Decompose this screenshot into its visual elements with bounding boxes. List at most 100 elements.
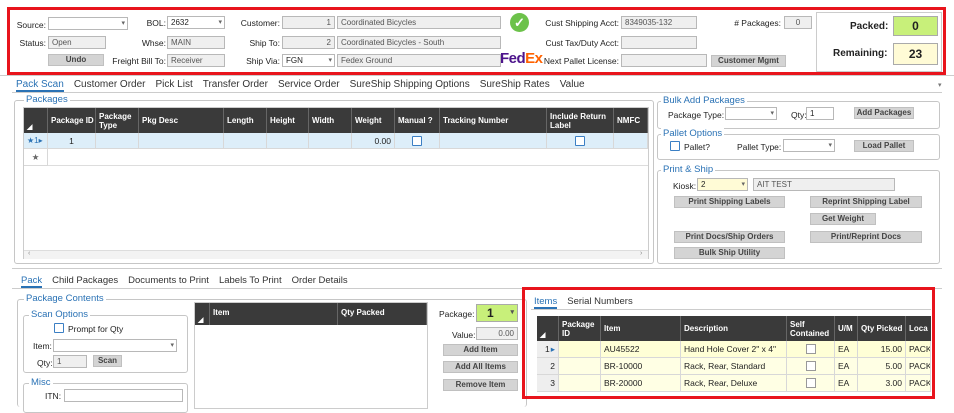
- tab-value[interactable]: Value: [560, 79, 585, 90]
- item-dropdown[interactable]: ▾: [53, 339, 177, 352]
- tab-pack-scan[interactable]: Pack Scan: [16, 79, 64, 92]
- value-label: Value:: [452, 330, 476, 340]
- tab-sureship-shipping-options[interactable]: SureShip Shipping Options: [350, 79, 470, 90]
- sort-corner-icon: ◢: [27, 124, 33, 131]
- scan-button[interactable]: Scan: [93, 355, 122, 367]
- packages-horizontal-scrollbar[interactable]: [24, 250, 648, 259]
- remove-item-button[interactable]: Remove Item: [443, 379, 518, 391]
- cell-package-type[interactable]: [96, 133, 139, 149]
- scroll-left-icon[interactable]: ‹: [28, 250, 30, 257]
- pallet-type-dropdown[interactable]: ▾: [783, 139, 835, 152]
- qty-input[interactable]: 1: [53, 355, 87, 368]
- pallet-checkbox[interactable]: [670, 141, 680, 153]
- cell-tracking-number[interactable]: [440, 133, 547, 149]
- tab-divider: [12, 92, 942, 93]
- col-nmfc[interactable]: NMFC: [614, 108, 648, 133]
- add-item-button[interactable]: Add Item: [443, 344, 518, 356]
- col-length[interactable]: Length: [224, 108, 267, 133]
- collapse-arrow-icon[interactable]: ▾: [938, 81, 942, 89]
- chevron-down-icon: ▾: [828, 142, 832, 149]
- qty-label: Qty:: [37, 358, 53, 368]
- scan-options-title: Scan Options: [29, 309, 91, 320]
- get-weight-button[interactable]: Get Weight: [810, 213, 876, 225]
- cell-include-return[interactable]: [547, 133, 614, 149]
- chevron-down-icon: ▾: [510, 309, 514, 316]
- cell-pkg-desc[interactable]: [139, 133, 224, 149]
- prompt-qty-checkbox[interactable]: [54, 323, 64, 335]
- add-packages-button[interactable]: Add Packages: [854, 107, 914, 119]
- pallet-label: Pallet?: [684, 142, 710, 152]
- col-tracking-number[interactable]: Tracking Number: [440, 108, 547, 133]
- grid-corner: ◢: [24, 108, 48, 133]
- kiosk-dropdown[interactable]: 2 ▾: [697, 178, 748, 191]
- print-reprint-docs-button[interactable]: Print/Reprint Docs: [810, 231, 922, 243]
- itn-label: ITN:: [45, 391, 62, 401]
- kiosk-label: Kiosk:: [673, 181, 697, 191]
- sort-corner-icon: ◢: [198, 316, 204, 324]
- new-row-star-icon: ★: [24, 149, 48, 166]
- reprint-shipping-label-button[interactable]: Reprint Shipping Label: [810, 196, 922, 208]
- section-divider: [12, 268, 942, 269]
- col-package-type[interactable]: Package Type: [96, 108, 139, 133]
- value-field: 0.00: [476, 327, 518, 340]
- cell-weight[interactable]: 0.00: [352, 133, 395, 149]
- manual-checkbox[interactable]: [412, 135, 422, 146]
- print-docs-button[interactable]: Print Docs/Ship Orders: [674, 231, 785, 243]
- chevron-down-icon: ▾: [741, 181, 745, 188]
- misc-title: Misc: [29, 377, 53, 388]
- col-weight[interactable]: Weight: [352, 108, 395, 133]
- col-item[interactable]: Item: [210, 303, 338, 325]
- col-manual[interactable]: Manual ?: [395, 108, 440, 133]
- kiosk-value: 2: [701, 180, 706, 189]
- include-return-checkbox[interactable]: [575, 135, 585, 146]
- package-type-dropdown[interactable]: ▾: [725, 107, 777, 120]
- tab-documents-to-print[interactable]: Documents to Print: [128, 275, 209, 286]
- bulk-qty-input[interactable]: 1: [806, 107, 834, 120]
- cell-height[interactable]: [267, 133, 309, 149]
- col-width[interactable]: Width: [309, 108, 352, 133]
- pallet-title: Pallet Options: [661, 128, 725, 139]
- tab-sureship-rates[interactable]: SureShip Rates: [480, 79, 550, 90]
- package-label: Package:: [439, 309, 475, 319]
- row-pointer-icon: ▸: [38, 136, 43, 145]
- col-qty-packed[interactable]: Qty Packed: [338, 303, 427, 325]
- tab-pick-list[interactable]: Pick List: [156, 79, 193, 90]
- star-icon: ★: [27, 136, 35, 145]
- package-selector-value: 1: [487, 306, 494, 320]
- col-package-id[interactable]: Package ID: [48, 108, 96, 133]
- load-pallet-button[interactable]: Load Pallet: [854, 140, 914, 152]
- tab-labels-to-print[interactable]: Labels To Print: [219, 275, 282, 286]
- cell-length[interactable]: [224, 133, 267, 149]
- package-selector[interactable]: 1 ▾: [476, 304, 518, 322]
- chevron-down-icon: ▾: [170, 342, 174, 349]
- kiosk-name-field: AIT TEST: [753, 178, 895, 191]
- cell-manual[interactable]: [395, 133, 440, 149]
- cell-width[interactable]: [309, 133, 352, 149]
- cell-nmfc[interactable]: [614, 133, 648, 149]
- item-label: Item:: [33, 341, 52, 351]
- add-all-items-button[interactable]: Add All Items: [443, 361, 518, 373]
- itn-input[interactable]: [64, 389, 183, 402]
- main-tab-strip: Pack Scan Customer Order Pick List Transfer…: [16, 79, 595, 92]
- scroll-right-icon[interactable]: ›: [640, 250, 642, 257]
- tab-pack[interactable]: Pack: [21, 275, 43, 288]
- col-height[interactable]: Height: [267, 108, 309, 133]
- tab-order-details[interactable]: Order Details: [292, 275, 348, 286]
- package-contents-title: Package Contents: [24, 293, 106, 304]
- bulk-ship-utility-button[interactable]: Bulk Ship Utility: [674, 247, 785, 259]
- print-shipping-labels-button[interactable]: Print Shipping Labels: [674, 196, 785, 208]
- items-grid-corner: ◢: [195, 303, 210, 325]
- items-highlight-box: [522, 287, 935, 399]
- packages-title: Packages: [24, 94, 70, 105]
- tab-service-order[interactable]: Service Order: [278, 79, 340, 90]
- cell-package-id[interactable]: 1: [48, 133, 96, 149]
- col-include-return-label[interactable]: Include Return Label: [547, 108, 614, 133]
- tab-child-packages[interactable]: Child Packages: [52, 275, 118, 286]
- tab-transfer-order[interactable]: Transfer Order: [203, 79, 268, 90]
- pallet-type-label: Pallet Type:: [737, 142, 782, 152]
- new-row[interactable]: [24, 149, 648, 166]
- tab-customer-order[interactable]: Customer Order: [74, 79, 146, 90]
- col-pkg-desc[interactable]: Pkg Desc: [139, 108, 224, 133]
- bulk-add-title: Bulk Add Packages: [661, 95, 747, 106]
- print-ship-title: Print & Ship: [661, 164, 716, 175]
